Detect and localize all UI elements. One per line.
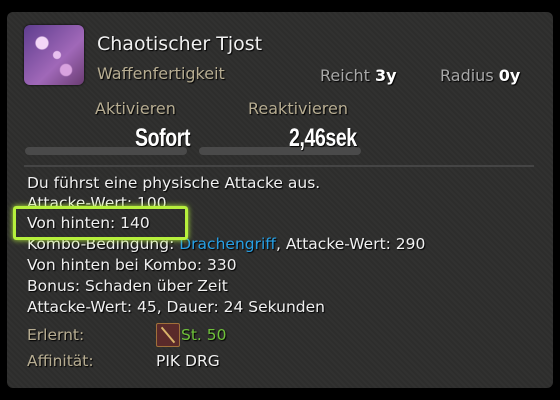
desc-line: Du führst eine physische Attacke aus. [27,174,321,192]
recast-label: Reaktivieren [248,99,348,118]
action-icon [24,25,84,85]
radius-label-text: Radius [440,66,494,85]
radius-value: 0y [498,66,521,85]
learned-label: Erlernt: [27,326,85,344]
desc-line: Von hinten bei Kombo: 330 [27,256,237,274]
highlight-box [13,206,188,240]
desc-line: Bonus: Schaden über Zeit [27,277,228,295]
range-label: Reicht 3y [320,66,397,85]
cast-value: Sofort [135,124,191,152]
recast-value: 2,46sek [289,124,357,152]
affinity-label: Affinität: [27,352,94,370]
desc-line: Attacke-Wert: 45, Dauer: 24 Sekunden [27,298,325,316]
range-value: 3y [375,66,397,85]
combo-suffix: , Attacke-Wert: 290 [275,235,426,253]
spear-icon [156,323,180,347]
action-name: Chaotischer Tjost [97,33,263,55]
range-label-text: Reicht [320,66,370,85]
combo-action-link: Drachengriff [179,235,276,253]
cast-label: Aktivieren [95,99,176,118]
divider [24,165,534,167]
radius-label: Radius 0y [440,66,520,85]
learned-level: St. 50 [181,326,227,344]
affinity-value: PIK DRG [156,352,220,370]
action-type: Waffenfertigkeit [97,64,225,83]
